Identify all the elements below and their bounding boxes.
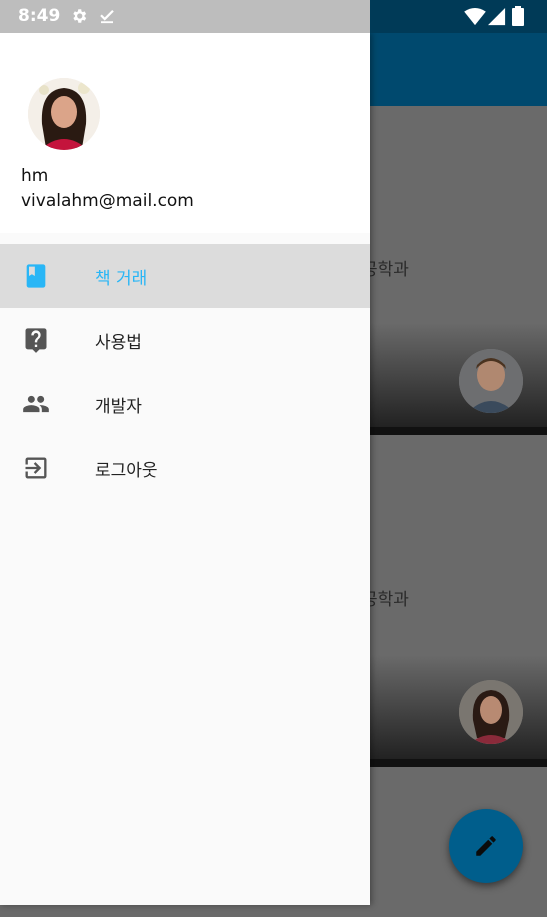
book-icon — [26, 264, 46, 288]
help-icon — [25, 328, 47, 353]
signal-icon — [488, 8, 506, 26]
user-name: hm — [21, 166, 49, 186]
user-email: vivalahm@mail.com — [21, 191, 194, 211]
profile-avatar[interactable] — [28, 78, 100, 150]
settings-icon — [73, 9, 87, 23]
navigation-drawer: hm vivalahm@mail.com 책 거래 사용법 개발자 로그아웃 — [0, 33, 370, 905]
menu-item-developers[interactable]: 개발자 — [0, 372, 370, 436]
pencil-icon — [476, 836, 496, 856]
menu-item-label: 로그아웃 — [95, 461, 158, 481]
menu-item-book-trade[interactable]: 책 거래 — [0, 244, 370, 308]
menu-item-how-to-use[interactable]: 사용법 — [0, 308, 370, 372]
people-icon — [23, 395, 49, 413]
write-fab[interactable] — [449, 809, 523, 883]
seller-avatar — [459, 680, 523, 744]
download-done-icon — [100, 9, 114, 24]
battery-icon — [512, 6, 524, 26]
menu-item-label: 책 거래 — [95, 269, 148, 289]
logout-icon — [25, 457, 47, 479]
drawer-menu: 책 거래 사용법 개발자 로그아웃 — [0, 244, 370, 500]
status-time: 8:49 — [18, 6, 61, 26]
menu-item-logout[interactable]: 로그아웃 — [0, 436, 370, 500]
menu-item-label: 개발자 — [95, 397, 142, 417]
drawer-header: hm vivalahm@mail.com — [0, 33, 370, 233]
menu-item-label: 사용법 — [95, 333, 142, 353]
seller-avatar — [459, 349, 523, 413]
wifi-icon — [464, 8, 486, 26]
status-bar: 8:49 — [0, 0, 547, 33]
